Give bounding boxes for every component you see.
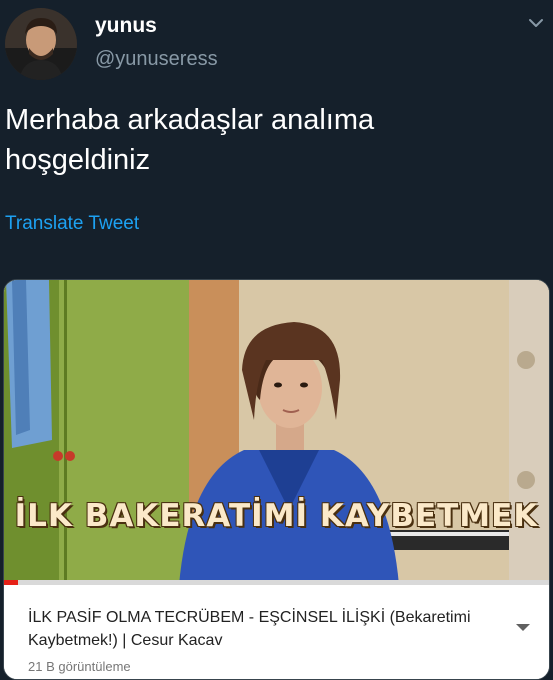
video-info[interactable]: İLK PASİF OLMA TECRÜBEM - EŞCİNSEL İLİŞK… (4, 585, 549, 679)
tweet-text: Merhaba arkadaşlar analıma hoşgeldiniz (5, 104, 375, 176)
video-card[interactable]: İLK BAKERATİMİ KAYBETMEK İLK PASİF OLMA … (3, 279, 550, 680)
dropdown-arrow-icon[interactable] (515, 620, 531, 631)
view-count: 21 B görüntüleme (28, 659, 131, 674)
thumbnail-caption: İLK BAKERATİMİ KAYBETMEK (14, 498, 539, 534)
chevron-down-icon[interactable] (527, 16, 545, 30)
video-thumbnail[interactable]: İLK BAKERATİMİ KAYBETMEK (4, 280, 549, 585)
video-title[interactable]: İLK PASİF OLMA TECRÜBEM - EŞCİNSEL İLİŞK… (28, 606, 498, 652)
avatar[interactable] (5, 8, 77, 80)
author-name[interactable]: yunus (95, 14, 157, 38)
translate-tweet-link[interactable]: Translate Tweet (5, 213, 139, 235)
author-handle[interactable]: @yunuseress (95, 48, 218, 71)
